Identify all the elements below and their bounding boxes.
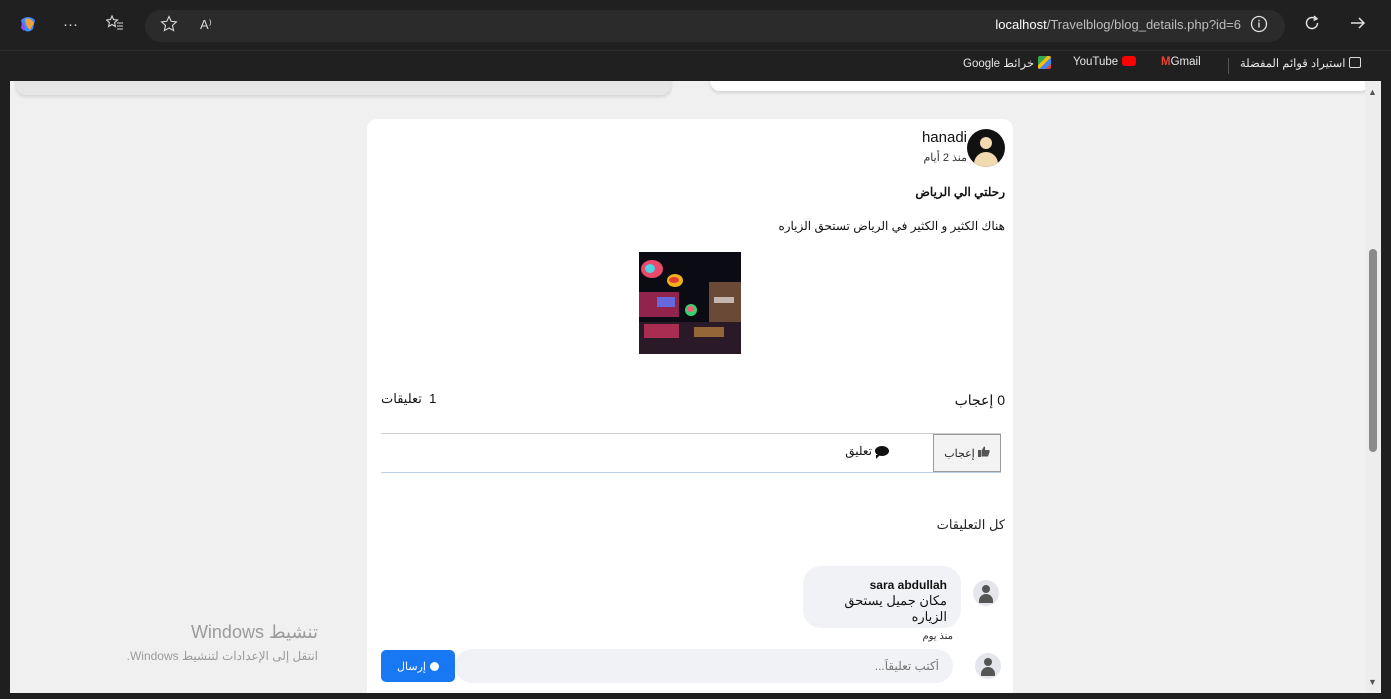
copilot-icon[interactable] <box>18 14 38 40</box>
watermark-subtitle: انتقل إلى الإعدادات لتنشيط Windows. <box>126 649 318 663</box>
more-icon[interactable]: ··· <box>63 15 78 35</box>
comment-button[interactable]: تعليق <box>845 444 889 459</box>
import-icon <box>1349 57 1362 68</box>
post-actions: إعجاب تعليق <box>381 433 1001 473</box>
thumbs-up-icon <box>977 446 990 460</box>
reply-row: إرسال <box>381 649 1001 685</box>
youtube-icon <box>1122 56 1137 66</box>
comment-bubble-icon <box>875 446 889 459</box>
page-viewport: hanadi منذ 2 أيام رحلتي الي الرياض هناك … <box>10 81 1365 693</box>
url-text[interactable]: localhost/Travelblog/blog_details.php?id… <box>995 17 1241 32</box>
watermark-title: تنشيط Windows <box>190 622 318 642</box>
scroll-thumb[interactable] <box>1369 249 1377 452</box>
info-icon[interactable] <box>1250 15 1268 39</box>
comment-item: sara abdullah مكان جميل يستحق الزياره <box>803 566 961 628</box>
like-button[interactable]: إعجاب <box>933 434 1001 472</box>
author-name[interactable]: hanadi <box>922 129 967 146</box>
previous-card <box>710 81 1365 91</box>
all-comments-heading: كل التعليقات <box>936 517 1005 532</box>
forward-icon[interactable] <box>1349 14 1367 38</box>
bookmarks-divider <box>1228 58 1229 74</box>
author-avatar[interactable] <box>967 129 1005 167</box>
refresh-icon[interactable] <box>1303 14 1321 38</box>
bookmark-import-favorites[interactable]: استيراد قوائم المفضلة <box>1240 56 1362 70</box>
send-button[interactable]: إرسال <box>381 650 455 682</box>
post-body: هناك الكثير و الكثير في الرياض تستحق الز… <box>778 219 1005 233</box>
bookmark-google-maps[interactable]: خرائط Google <box>963 56 1052 70</box>
comment-time: منذ يوم <box>922 631 953 642</box>
scroll-down-icon[interactable]: ▼ <box>1368 677 1377 687</box>
comment-text: مكان جميل يستحق الزياره <box>844 593 947 624</box>
commenter-name[interactable]: sara abdullah <box>815 578 947 592</box>
browser-toolbar: ··· A⁾ localhost/Travelblog/blog_details… <box>0 0 1391 50</box>
current-user-avatar <box>975 653 1001 679</box>
comment-input[interactable] <box>455 649 953 683</box>
bookmark-gmail[interactable]: MGmail <box>1157 56 1201 68</box>
vertical-scrollbar[interactable]: ▲ ▼ <box>1365 81 1381 693</box>
url-host: localhost <box>995 17 1047 32</box>
favorites-bar-icon[interactable] <box>105 14 124 38</box>
star-icon[interactable] <box>160 15 178 39</box>
gmail-icon: M <box>1161 56 1171 68</box>
windows-activation-watermark: تنشيط Windows انتقل إلى الإعدادات لتنشيط… <box>66 622 318 663</box>
post-title: رحلتي الي الرياض <box>915 185 1005 199</box>
likes-count: 0 إعجاب <box>954 392 1005 408</box>
comments-count: 1 تعليقات <box>381 391 437 406</box>
send-icon <box>429 661 439 671</box>
commenter-avatar[interactable] <box>973 580 999 606</box>
post-time: منذ 2 أيام <box>923 152 967 164</box>
post-card: hanadi منذ 2 أيام رحلتي الي الرياض هناك … <box>367 119 1013 693</box>
previous-card <box>16 81 671 95</box>
scroll-up-icon[interactable]: ▲ <box>1368 87 1377 97</box>
post-image[interactable] <box>639 252 741 354</box>
read-aloud-icon[interactable]: A⁾ <box>200 15 212 35</box>
maps-icon <box>1038 56 1052 69</box>
url-path: /Travelblog/blog_details.php?id=6 <box>1046 17 1241 32</box>
bookmark-youtube[interactable]: YouTube <box>1073 56 1137 68</box>
